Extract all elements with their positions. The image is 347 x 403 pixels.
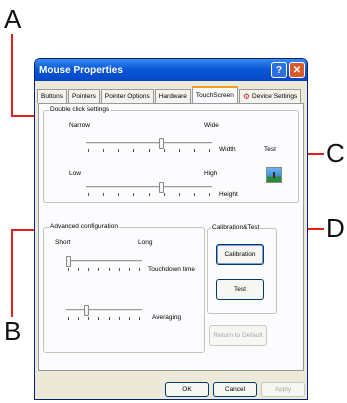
test-area-icon[interactable]	[266, 167, 282, 183]
tick	[98, 268, 100, 271]
touchdown-time-label: Touchdown time	[148, 266, 195, 273]
width-slider-ticks	[88, 149, 210, 153]
tab-pointer-options[interactable]: Pointer Options	[100, 89, 154, 103]
title-bar: Mouse Properties ? ✕	[35, 59, 307, 81]
tick	[88, 149, 89, 152]
tick	[118, 193, 120, 196]
double-click-group: Double click settings Narrow Wide Width …	[43, 106, 299, 203]
test-button[interactable]: Test	[216, 279, 264, 300]
tick	[78, 268, 80, 271]
low-label: Low	[69, 170, 81, 177]
tick	[128, 317, 130, 320]
averaging-label: Averaging	[152, 314, 182, 321]
tick	[209, 149, 210, 152]
mouse-properties-dialog: Mouse Properties ? ✕ Buttons Pointers Po…	[34, 58, 308, 400]
tick	[138, 317, 140, 320]
touchdown-slider-ticks	[68, 268, 140, 272]
callout-letter-d: D	[326, 213, 345, 243]
tick	[118, 317, 120, 320]
tab-touchscreen[interactable]: TouchScreen	[191, 86, 238, 103]
narrow-label: Narrow	[69, 122, 90, 129]
callout-letter-c: C	[326, 138, 345, 168]
height-label: Height	[219, 191, 238, 198]
width-label: Width	[219, 146, 236, 153]
height-slider-thumb[interactable]	[158, 182, 164, 193]
averaging-slider-thumb[interactable]	[83, 305, 89, 316]
tick	[88, 193, 89, 196]
tick	[193, 149, 195, 152]
width-slider-track[interactable]	[86, 142, 212, 145]
callout-line-a-vertical	[11, 34, 13, 116]
tick	[68, 317, 69, 320]
tick	[108, 268, 110, 271]
high-label: High	[204, 170, 218, 177]
height-slider-track[interactable]	[86, 186, 212, 189]
short-label: Short	[55, 239, 71, 246]
return-to-default-button[interactable]: Return to Default	[209, 325, 267, 346]
tick	[148, 193, 150, 196]
touchscreen-panel: Double click settings Narrow Wide Width …	[38, 103, 304, 371]
wide-label: Wide	[204, 122, 219, 129]
tick	[78, 317, 80, 320]
callout-line-b-vertical	[11, 229, 13, 317]
tick	[138, 268, 140, 271]
advanced-configuration-title: Advanced configuration	[49, 223, 119, 230]
tab-device-settings[interactable]: ⚙ Device Settings	[238, 89, 302, 103]
tick	[88, 317, 90, 320]
test-label: Test	[264, 146, 276, 153]
advanced-configuration-group: Advanced configuration Short Long Touchd…	[43, 223, 205, 353]
tick	[103, 193, 105, 196]
apply-button[interactable]: Apply	[261, 382, 305, 397]
tick	[118, 149, 120, 152]
tick	[108, 317, 110, 320]
ok-button[interactable]: OK	[165, 382, 209, 397]
callout-letter-a: A	[4, 4, 22, 34]
tick	[209, 193, 210, 196]
tick	[118, 268, 120, 271]
tick	[193, 193, 195, 196]
device-settings-icon: ⚙	[242, 92, 251, 101]
tick	[148, 149, 150, 152]
tick	[88, 268, 90, 271]
tick	[68, 268, 69, 271]
tab-pointers[interactable]: Pointers	[68, 89, 100, 103]
tab-strip: Buttons Pointers Pointer Options Hardwar…	[37, 86, 302, 103]
averaging-slider-track[interactable]	[66, 309, 142, 312]
tab-hardware[interactable]: Hardware	[154, 89, 191, 103]
tick	[163, 193, 165, 196]
long-label: Long	[138, 239, 153, 246]
window-title: Mouse Properties	[39, 64, 123, 76]
height-slider-ticks	[88, 193, 210, 197]
help-button[interactable]: ?	[271, 62, 287, 78]
averaging-slider-ticks	[68, 317, 140, 321]
tab-buttons[interactable]: Buttons	[37, 89, 68, 103]
touchdown-slider-thumb[interactable]	[66, 256, 71, 267]
calibration-test-title: Calibration&Test	[211, 224, 261, 231]
callout-letter-b: B	[4, 316, 22, 346]
calibration-button[interactable]: Calibration	[216, 244, 264, 265]
width-slider-thumb[interactable]	[158, 138, 164, 149]
tick	[163, 149, 165, 152]
cancel-button[interactable]: Cancel	[213, 382, 257, 397]
double-click-title: Double click settings	[49, 106, 111, 113]
tick	[178, 193, 180, 196]
tab-device-settings-label: Device Settings	[252, 93, 298, 100]
tick	[133, 149, 135, 152]
tick	[98, 317, 100, 320]
close-button[interactable]: ✕	[289, 62, 305, 78]
tick	[133, 193, 135, 196]
tick	[103, 149, 105, 152]
tick	[178, 149, 180, 152]
calibration-test-group: Calibration&Test Calibration Test	[207, 224, 277, 314]
tick	[128, 268, 130, 271]
touchdown-slider-track[interactable]	[66, 260, 142, 263]
